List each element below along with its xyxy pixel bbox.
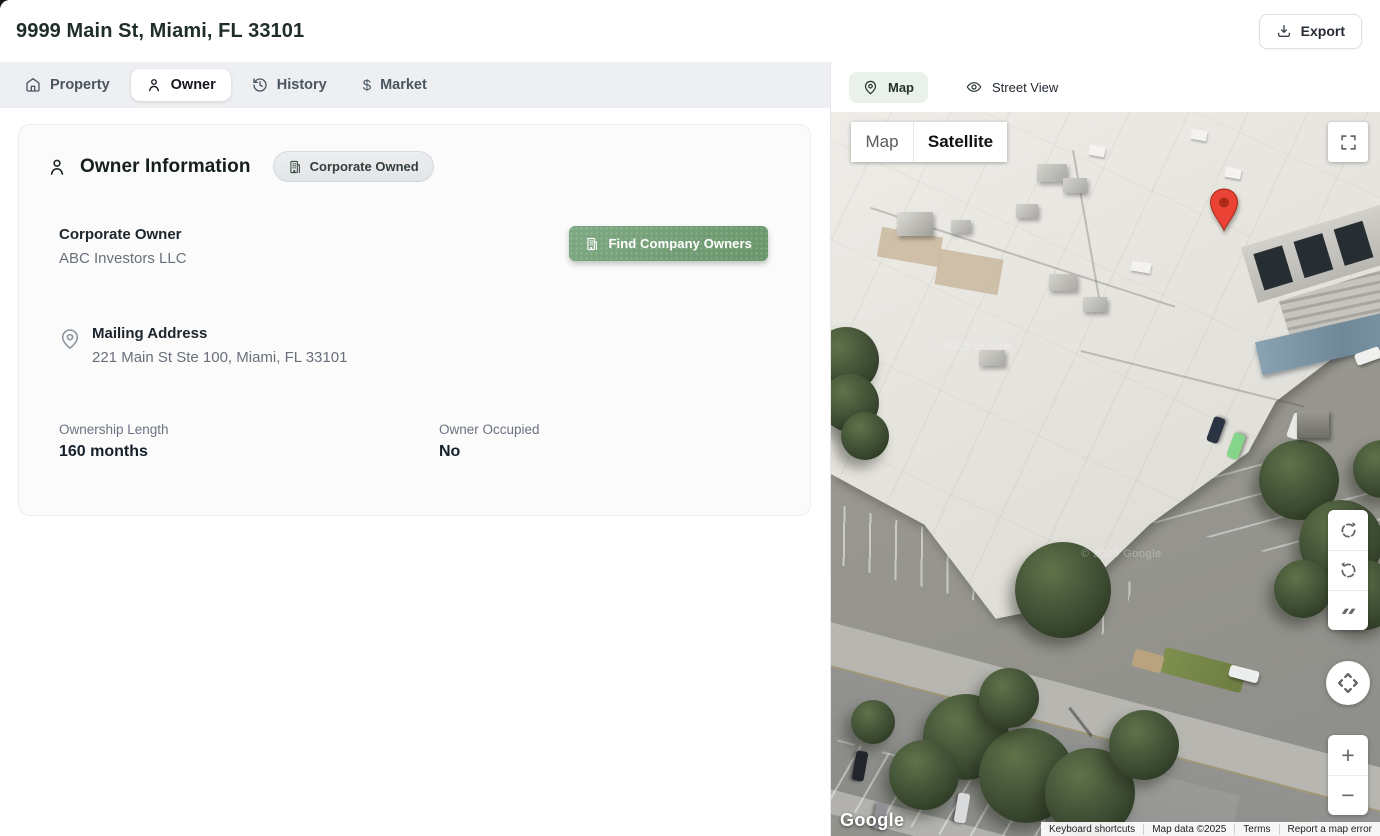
rooftop-hvac — [1049, 274, 1077, 291]
rotate-ccw-icon — [1338, 560, 1359, 581]
person-icon — [47, 157, 67, 177]
owner-stats: Ownership Length 160 months Owner Occupi… — [59, 422, 786, 461]
app-window: 9999 Main St, Miami, FL 33101 Export Pro… — [0, 0, 1380, 836]
tab-history[interactable]: History — [237, 69, 342, 101]
rotate-cw-icon — [1338, 520, 1359, 541]
export-button[interactable]: Export — [1259, 14, 1362, 49]
tree — [1274, 560, 1332, 618]
mailing-address-label: Mailing Address — [92, 325, 347, 342]
stat-owner-occupied: Owner Occupied No — [439, 422, 540, 461]
tab-label: Property — [50, 77, 110, 93]
pan-control[interactable] — [1326, 661, 1370, 705]
rooftop-hvac — [1016, 204, 1038, 218]
card-title: Owner Information — [80, 156, 251, 178]
corporate-owner-value: ABC Investors LLC — [59, 250, 187, 267]
map-view-switcher: Map Street View — [831, 62, 1380, 112]
corporate-owner-label: Corporate Owner — [59, 226, 187, 243]
rooftop-hvac — [897, 212, 933, 236]
mailing-address-block: Mailing Address 221 Main St Ste 100, Mia… — [92, 325, 347, 366]
tree — [889, 740, 959, 810]
location-marker-icon[interactable] — [1209, 188, 1239, 237]
person-icon — [146, 77, 162, 93]
tab-label: Owner — [171, 77, 216, 93]
map-data-label: Map data ©2025 — [1143, 824, 1234, 835]
zoom-out-button[interactable]: − — [1328, 775, 1368, 815]
google-watermark: © 2025 Google — [1081, 548, 1162, 560]
find-company-owners-label: Find Company Owners — [609, 236, 752, 251]
minus-icon: − — [1341, 784, 1354, 807]
eye-icon — [966, 79, 982, 95]
report-map-error-link[interactable]: Report a map error — [1279, 824, 1380, 835]
badge-label: Corporate Owned — [310, 159, 419, 174]
map-attribution: Keyboard shortcuts Map data ©2025 Terms … — [1041, 822, 1380, 836]
tab-label: History — [277, 77, 327, 93]
tab-owner[interactable]: Owner — [131, 69, 231, 101]
tree — [1109, 710, 1179, 780]
tab-property[interactable]: Property — [10, 69, 125, 101]
stat-ownership-length: Ownership Length 160 months — [59, 422, 439, 461]
map-type-control: Map Satellite — [851, 122, 1007, 162]
tab-market[interactable]: $ Market — [348, 69, 442, 101]
export-label: Export — [1301, 23, 1345, 39]
page-title: 9999 Main St, Miami, FL 33101 — [16, 20, 304, 43]
download-icon — [1276, 23, 1292, 39]
stat-value: No — [439, 443, 540, 461]
stat-label: Ownership Length — [59, 422, 439, 437]
truck — [1297, 410, 1329, 438]
corporate-owner-row: Corporate Owner ABC Investors LLC Find C… — [59, 226, 768, 267]
google-logo: Google — [840, 810, 904, 831]
building-icon — [585, 237, 599, 251]
mailing-address-row: Mailing Address 221 Main St Ste 100, Mia… — [59, 325, 786, 366]
map-pin-icon — [59, 328, 81, 350]
fullscreen-icon — [1340, 134, 1357, 151]
rooftop-hvac — [1083, 297, 1107, 312]
tab-label: Market — [380, 77, 427, 93]
plus-icon: + — [1341, 744, 1354, 767]
mailing-address-value: 221 Main St Ste 100, Miami, FL 33101 — [92, 349, 347, 366]
stat-label: Owner Occupied — [439, 422, 540, 437]
history-icon — [252, 77, 268, 93]
tilt-view-button[interactable] — [1328, 590, 1368, 630]
property-detail-panel: Property Owner History $ Market — [0, 62, 830, 836]
zoom-in-button[interactable]: + — [1328, 735, 1368, 775]
corporate-owned-badge: Corporate Owned — [273, 151, 434, 182]
tree — [851, 700, 895, 744]
google-watermark: © 2025 Google — [931, 340, 1012, 352]
rotate-clockwise-button[interactable] — [1328, 510, 1368, 550]
map-panel: Map Street View — [830, 62, 1380, 836]
find-company-owners-button[interactable]: Find Company Owners — [569, 226, 768, 261]
view-tab-label: Map — [888, 80, 914, 95]
top-header: 9999 Main St, Miami, FL 33101 Export — [0, 0, 1380, 62]
corporate-owner-block: Corporate Owner ABC Investors LLC — [59, 226, 187, 267]
map-view-tab[interactable]: Map — [849, 72, 928, 103]
map-pin-icon — [863, 80, 878, 95]
tree — [841, 412, 889, 460]
dollar-icon: $ — [363, 78, 371, 93]
tree — [979, 668, 1039, 728]
rooftop-hvac — [1063, 178, 1087, 193]
pan-arrows-icon — [1334, 669, 1362, 697]
satellite-map[interactable]: © 2025 Google © 2025 Google Map Satellit… — [831, 112, 1380, 836]
tab-content: Owner Information Corporate Owned — [0, 108, 830, 836]
map-rotate-controls — [1328, 510, 1368, 630]
card-header: Owner Information Corporate Owned — [47, 151, 786, 182]
building-icon — [288, 160, 302, 174]
rotate-counterclockwise-button[interactable] — [1328, 550, 1368, 590]
keyboard-shortcuts-link[interactable]: Keyboard shortcuts — [1041, 824, 1143, 835]
owner-information-card: Owner Information Corporate Owned — [18, 124, 811, 516]
property-tabbar: Property Owner History $ Market — [0, 62, 830, 108]
map-type-map-button[interactable]: Map — [851, 122, 913, 162]
zoom-control: + − — [1328, 735, 1368, 815]
stat-value: 160 months — [59, 443, 439, 461]
view-tab-label: Street View — [992, 80, 1058, 95]
fullscreen-button[interactable] — [1328, 122, 1368, 162]
rooftop-hvac — [979, 350, 1005, 366]
rooftop-hvac — [951, 220, 971, 233]
terms-link[interactable]: Terms — [1234, 824, 1278, 835]
map-type-satellite-button[interactable]: Satellite — [913, 122, 1007, 162]
home-icon — [25, 77, 41, 93]
street-view-tab[interactable]: Street View — [952, 71, 1072, 103]
tilt-icon — [1338, 601, 1358, 621]
